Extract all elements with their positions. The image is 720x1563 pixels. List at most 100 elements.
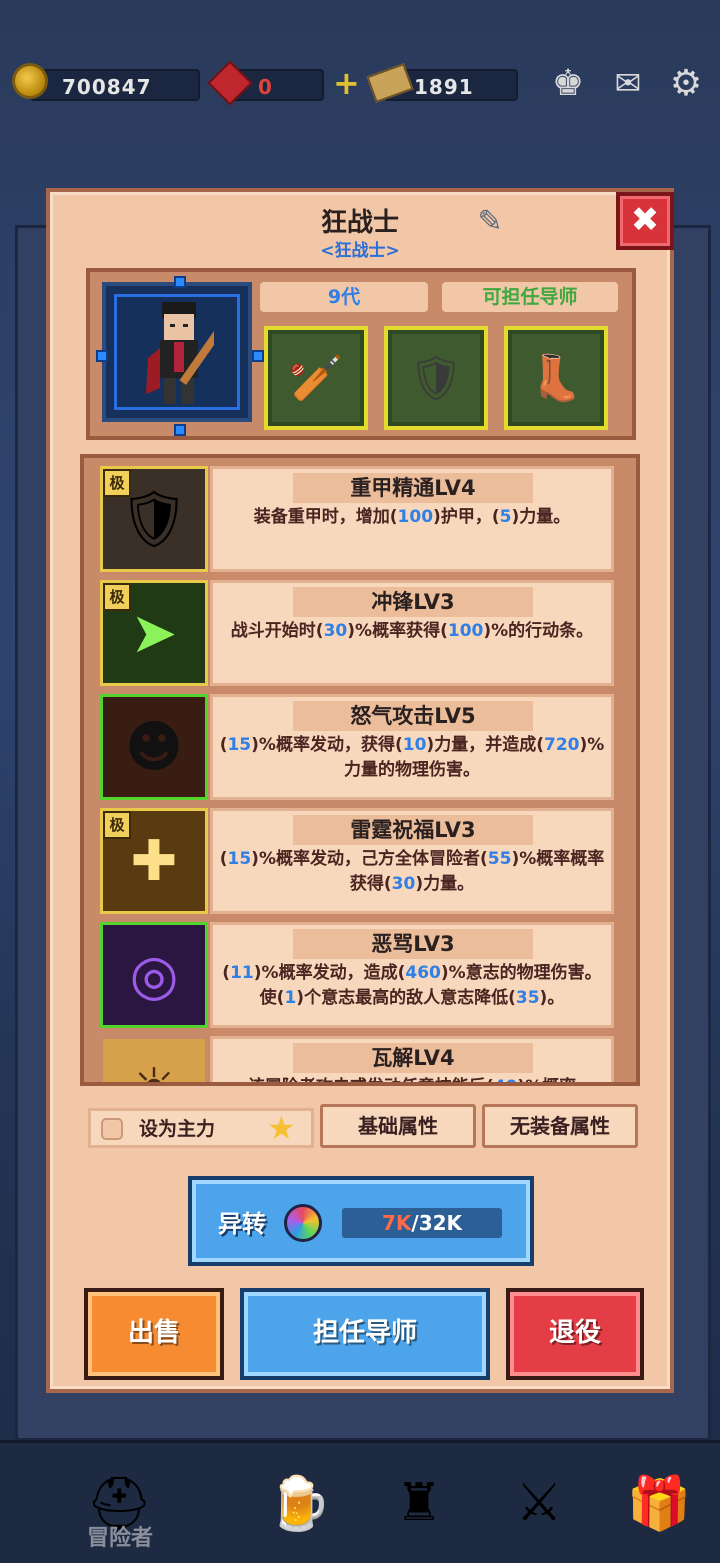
skill-icon-frame: 🛡 极 (100, 466, 208, 572)
disintegrate-skill-icon: ☀ (103, 1039, 205, 1083)
heavy-armor-icon: 🛡 (408, 353, 464, 404)
set-main-label: 设为主力 (139, 1118, 216, 1140)
elite-badge: 极 (103, 811, 131, 839)
skill-name: 瓦解LV4 (293, 1043, 533, 1073)
transform-button[interactable]: 异转 7K/32K (188, 1176, 534, 1266)
skill-value: 40 (494, 1077, 518, 1082)
skill-value: 5 (499, 507, 512, 527)
mentor-button[interactable]: 担任导师 (240, 1288, 490, 1380)
rename-icon[interactable]: ✎ (470, 204, 510, 240)
boots-slot[interactable]: 👢 (504, 326, 608, 430)
nav-shop-gift-icon[interactable]: 🎁 (600, 1443, 718, 1563)
skill-item[interactable]: ☀ 瓦解LV4 该冒险者攻击或发动任意技能后(40)%概率 (100, 1036, 614, 1083)
mentor-status-label: 可担任导师 (442, 282, 618, 312)
skill-value: 720 (543, 735, 580, 755)
add-gems-icon[interactable]: + (333, 63, 360, 103)
skill-value: 100 (447, 621, 484, 641)
skill-name: 冲锋LV3 (293, 587, 533, 617)
rainbow-orb-icon (284, 1204, 322, 1242)
skill-icon-frame: ◎ (100, 922, 208, 1028)
skill-value: 15 (227, 849, 252, 869)
coin-icon (12, 63, 48, 99)
gear-icon[interactable]: ⚙ (664, 61, 708, 105)
skill-name: 重甲精通LV4 (293, 473, 533, 503)
hero-detail-dialog: 狂战士 <狂战士> ✎ ✖ 9代 可担任导师 🏏 🛡 👢 🛡 极 重甲精通LV4… (46, 188, 674, 1393)
skill-value: 10 (402, 735, 427, 755)
sell-button[interactable]: 出售 (84, 1288, 224, 1380)
skill-list[interactable]: 🛡 极 重甲精通LV4 装备重甲时，增加(100)护甲，(5)力量。 ➤ 极 冲… (80, 454, 640, 1086)
hero-name: 狂战士 (320, 208, 399, 238)
helmet-shop-icon[interactable]: ♚ (546, 61, 590, 105)
retire-button[interactable]: 退役 (506, 1288, 644, 1380)
nav-battle-shield-icon[interactable]: ⚔ (480, 1443, 598, 1563)
ticket-value: 1891 (414, 75, 474, 99)
skill-name: 怒气攻击LV5 (293, 701, 533, 731)
boots-icon: 👢 (528, 353, 584, 404)
skill-item[interactable]: ➤ 极 冲锋LV3 战斗开始时(30)%概率获得(100)%的行动条。 (100, 580, 614, 686)
skill-icon-frame: ☀ (100, 1036, 208, 1083)
skill-item[interactable]: ✚ 极 雷霆祝福LV3 (15)%概率发动，己方全体冒险者(55)%概率概率获得… (100, 808, 614, 914)
skill-item[interactable]: ◎ 恶骂LV3 (11)%概率发动，造成(460)%意志的物理伤害。使(1)个意… (100, 922, 614, 1028)
weapon-slot[interactable]: 🏏 (264, 326, 368, 430)
skill-value: 30 (323, 621, 348, 641)
skill-icon-frame: ☻ (100, 694, 208, 800)
cost-total: /32K (411, 1211, 463, 1235)
close-button[interactable]: ✖ (616, 192, 674, 250)
skill-icon-frame: ➤ 极 (100, 580, 208, 686)
generation-label: 9代 (260, 282, 428, 312)
skill-description: 装备重甲时，增加(100)护甲，(5)力量。 (253, 507, 571, 527)
coin-counter: 700847 (30, 69, 200, 101)
skill-card: 恶骂LV3 (11)%概率发动，造成(460)%意志的物理伤害。使(1)个意志最… (210, 922, 614, 1028)
rage-attack-skill-icon: ☻ (124, 714, 184, 780)
elite-badge: 极 (103, 469, 131, 497)
skill-name: 恶骂LV3 (293, 929, 533, 959)
hero-equipment-panel: 9代 可担任导师 🏏 🛡 👢 (86, 268, 636, 440)
coin-value: 700847 (62, 75, 152, 99)
gem-value: 0 (258, 75, 273, 99)
skill-card: 瓦解LV4 该冒险者攻击或发动任意技能后(40)%概率 (210, 1036, 614, 1082)
berserker-sprite-icon (146, 302, 214, 404)
nav-tavern-mug-icon[interactable]: 🍺 (240, 1443, 358, 1563)
armor-slot[interactable]: 🛡 (384, 326, 488, 430)
transform-label: 异转 (218, 1210, 266, 1238)
skill-card: 雷霆祝福LV3 (15)%概率发动，己方全体冒险者(55)%概率概率获得(30)… (210, 808, 614, 914)
skill-description: 该冒险者攻击或发动任意技能后(40)%概率 (219, 1075, 605, 1082)
frame-handle (174, 276, 186, 288)
cost-current: 7K (381, 1211, 412, 1235)
top-resource-bar: 700847 0 + 1891 ♚ ✉ ⚙ (0, 55, 720, 120)
club-icon: 🏏 (288, 353, 344, 404)
frame-handle (252, 350, 264, 362)
base-attributes-button[interactable]: 基础属性 (320, 1104, 476, 1148)
skill-card: 冲锋LV3 战斗开始时(30)%概率获得(100)%的行动条。 (210, 580, 614, 686)
skill-description: (11)%概率发动，造成(460)%意志的物理伤害。使(1)个意志最高的敌人意志… (222, 963, 602, 1008)
skill-description: 战斗开始时(30)%概率获得(100)%的行动条。 (230, 621, 594, 641)
mail-icon[interactable]: ✉ (606, 61, 650, 105)
skill-value: 35 (515, 988, 540, 1008)
skill-item[interactable]: 🛡 极 重甲精通LV4 装备重甲时，增加(100)护甲，(5)力量。 (100, 466, 614, 572)
curse-skill-icon: ◎ (129, 942, 179, 1008)
skill-item[interactable]: ☻ 怒气攻击LV5 (15)%概率发动，获得(10)力量，并造成(720)%力量… (100, 694, 614, 800)
frame-handle (96, 350, 108, 362)
skill-value: 100 (397, 507, 434, 527)
skill-card: 怒气攻击LV5 (15)%概率发动，获得(10)力量，并造成(720)%力量的物… (210, 694, 614, 800)
skill-value: 30 (391, 874, 416, 894)
star-icon: ★ (267, 1109, 296, 1147)
frame-handle (174, 424, 186, 436)
set-main-toggle[interactable]: 设为主力 ★ (88, 1108, 314, 1148)
skill-description: (15)%概率发动，己方全体冒险者(55)%概率概率获得(30)力量。 (219, 849, 605, 894)
nav-adventurer-label[interactable]: 冒险者 (0, 1520, 240, 1552)
skill-name: 雷霆祝福LV3 (293, 815, 533, 845)
nav-castle-icon[interactable]: ♜ (360, 1443, 478, 1563)
hero-portrait[interactable] (96, 276, 264, 436)
skill-value: 1 (284, 988, 297, 1008)
transform-cost: 7K/32K (342, 1208, 502, 1238)
elite-badge: 极 (103, 583, 131, 611)
skill-value: 460 (405, 963, 441, 983)
skill-icon-frame: ✚ 极 (100, 808, 208, 914)
skill-value: 15 (227, 735, 252, 755)
skill-value: 55 (487, 849, 512, 869)
skill-description: (15)%概率发动，获得(10)力量，并造成(720)%力量的物理伤害。 (219, 735, 605, 780)
no-equipment-attributes-button[interactable]: 无装备属性 (482, 1104, 638, 1148)
set-main-checkbox[interactable] (101, 1118, 123, 1140)
hero-class-tag: <狂战士> (320, 241, 400, 261)
